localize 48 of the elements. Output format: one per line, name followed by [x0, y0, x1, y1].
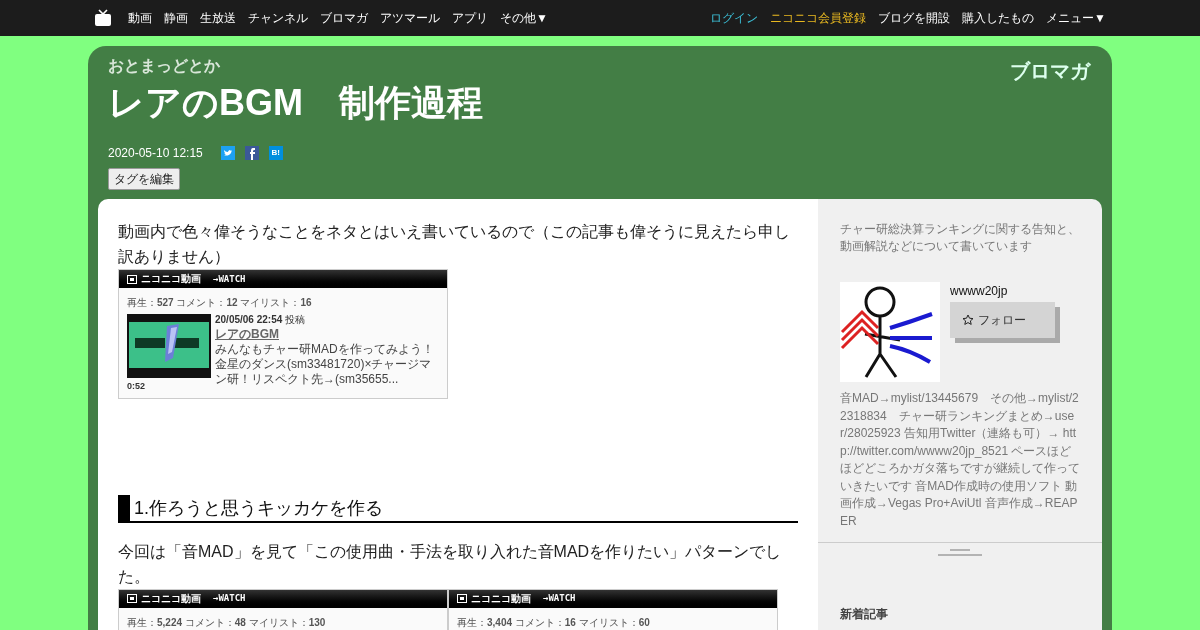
blog-description: チャー研総決算ランキングに関する告知と、動画解説などについて書いています: [840, 221, 1080, 255]
nav-link[interactable]: アプリ: [452, 9, 488, 27]
picture-frame-icon: [457, 594, 467, 603]
nav-link[interactable]: ブロマガ: [320, 9, 368, 27]
watch-link[interactable]: →WATCH: [213, 274, 246, 284]
nav-link[interactable]: チャンネル: [248, 9, 308, 27]
star-icon: [962, 314, 974, 326]
post-date: 2020-05-10 12:15: [108, 145, 203, 162]
duration-text: 0:52: [127, 380, 146, 393]
nav-link[interactable]: 静画: [164, 9, 188, 27]
hatena-bookmark-icon[interactable]: B!: [268, 146, 283, 160]
posted-date: 20/05/06 22:54 投稿: [215, 314, 307, 326]
nav-link[interactable]: メニュー▼: [1046, 9, 1106, 27]
facebook-icon[interactable]: [244, 146, 259, 160]
stats-text: 再生：3,404 コメント：16 マイリスト：60: [457, 615, 651, 630]
site-logo[interactable]: ニコニコ動画: [141, 593, 201, 604]
nav-link[interactable]: 動画: [128, 9, 152, 27]
picture-frame-icon: [127, 274, 137, 284]
edit-tags-button[interactable]: タグを編集: [108, 168, 180, 190]
article-paragraph: 今回は「音MAD」を見て「この使用曲・手法を取り入れた音MADを作りたい」パターンでした。: [118, 541, 783, 587]
article-title: レアのBGM 制作過程: [108, 81, 483, 125]
video-description: みんなもチャー研MADを作ってみよう！金星のダンス(sm33481720)×チャージマン研！リスペクト先→(sm35655...: [215, 342, 435, 387]
nav-link[interactable]: 購入したもの: [962, 9, 1035, 27]
blog-name[interactable]: おとまっどとか: [108, 56, 483, 76]
double-line-icon: [938, 549, 982, 557]
video-title-link[interactable]: レアのBGM: [215, 326, 439, 342]
site-logo[interactable]: ニコニコ動画: [471, 593, 531, 604]
nav-link[interactable]: アツマール: [380, 9, 440, 27]
brand-logo[interactable]: ブロマガ: [1008, 58, 1092, 84]
nav-link[interactable]: その他▼: [500, 9, 548, 27]
picture-frame-icon: [127, 594, 137, 603]
nav-link[interactable]: ニコニコ会員登録: [770, 9, 867, 27]
site-logo[interactable]: ニコニコ動画: [141, 274, 201, 284]
tv-icon[interactable]: [94, 9, 112, 27]
avatar-stick-figure-drawing[interactable]: [840, 282, 940, 382]
stats-text: 再生：527 コメント：12 マイリスト：16: [127, 296, 313, 310]
new-posts-heading: 新着記事: [840, 607, 889, 621]
watch-link[interactable]: →WATCH: [543, 594, 576, 603]
article-paragraph: 動画内で色々偉そうなことをネタとはいえ書いているので（この記事も偉そうに見えたら申し訳ありません）: [118, 222, 791, 267]
stats-text: 再生：5,224 コメント：48 マイリスト：130: [127, 615, 327, 630]
section-heading: 1.作ろうと思うキッカケを作る: [118, 494, 798, 523]
nav-link[interactable]: ブログを開設: [878, 9, 951, 27]
user-name[interactable]: wwww20jp: [950, 282, 1055, 300]
nav-link[interactable]: 生放送: [200, 9, 236, 27]
twitter-bird-icon[interactable]: [220, 146, 235, 160]
user-bio: 音MAD→mylist/13445679 その他→mylist/22318834 チャー研ランキングまとめ→user/28025923 告知用Twitter（連絡も可）→ http://twitter.com/wwww20jp_8521 ペースほどほどどころかガタ落ちですが継続して作っていきたいです 音MAD作成時の使用ソフト 動画作成→Vegas Pro+AviUtl 音声作成→REAPER: [840, 390, 1080, 530]
nav-link[interactable]: ログイン: [710, 9, 759, 27]
watch-link[interactable]: →WATCH: [213, 594, 246, 603]
